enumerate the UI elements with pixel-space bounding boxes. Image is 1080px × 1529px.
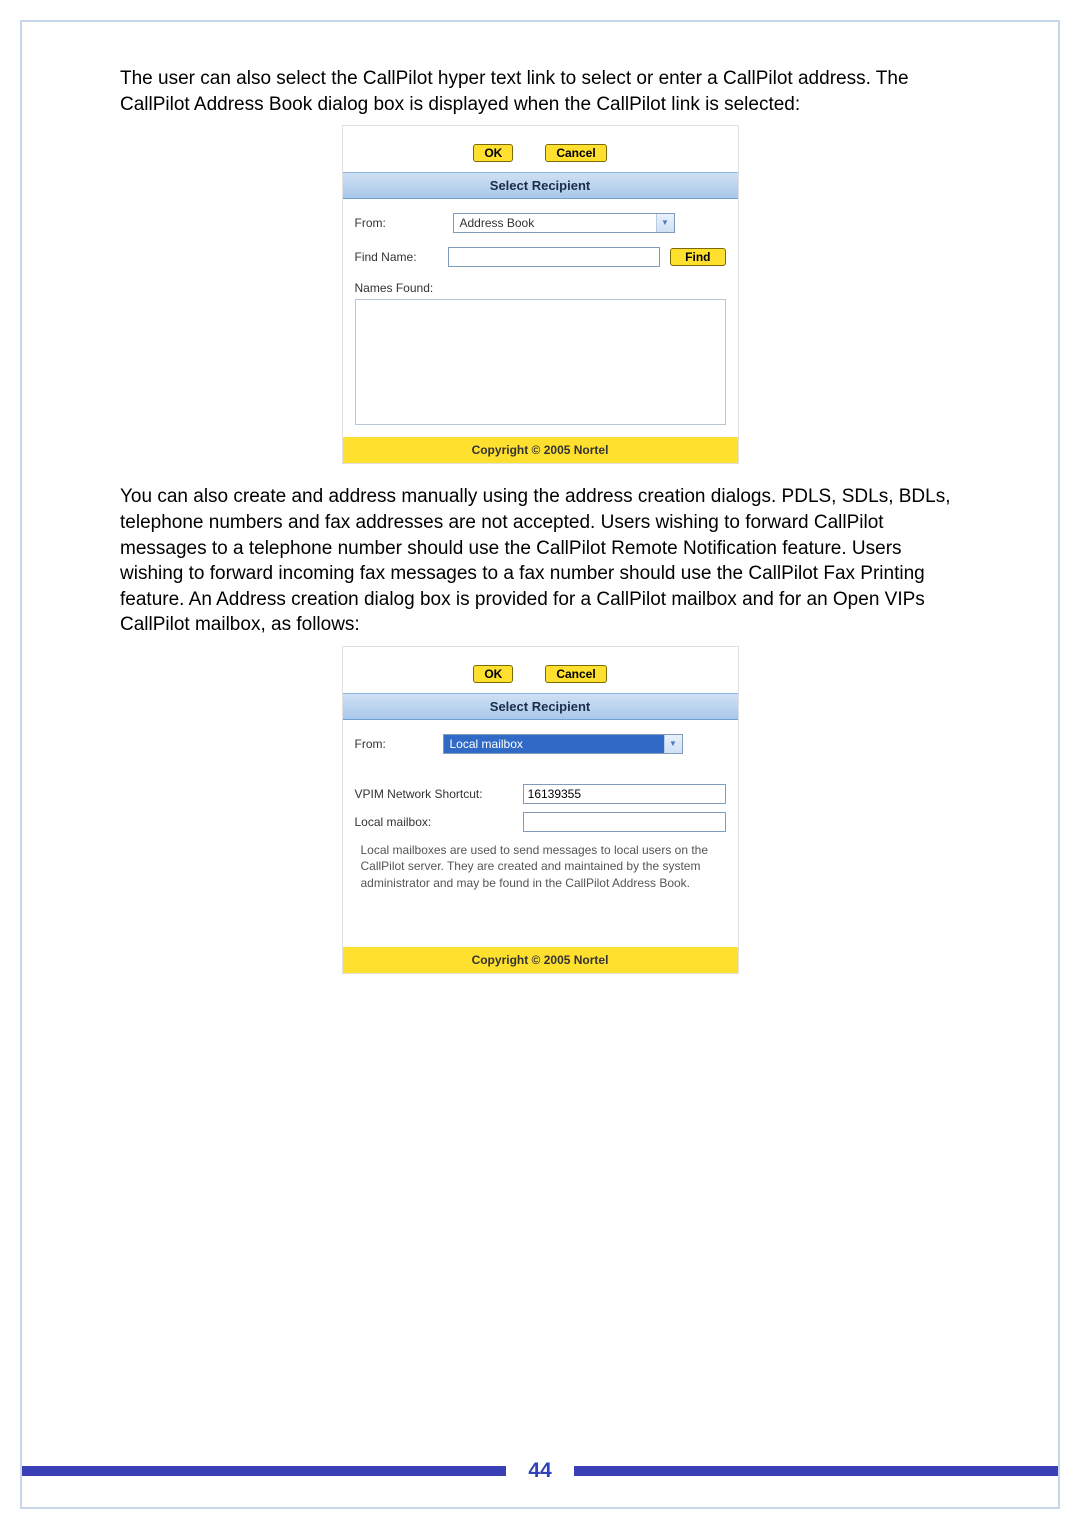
footer-rule-left: [22, 1466, 506, 1476]
names-found-label: Names Found:: [343, 271, 738, 295]
chevron-down-icon: ▼: [656, 214, 674, 232]
find-name-input[interactable]: [448, 247, 660, 267]
cancel-button[interactable]: Cancel: [545, 665, 606, 683]
from-dropdown-value: Local mailbox: [444, 735, 664, 753]
chevron-down-icon: ▼: [664, 735, 682, 753]
dialog1-button-bar: OK Cancel: [343, 126, 738, 172]
from-label: From:: [355, 216, 453, 230]
intro-paragraph-1: The user can also select the CallPilot h…: [120, 66, 960, 117]
from-dropdown[interactable]: Local mailbox ▼: [443, 734, 683, 754]
cancel-button[interactable]: Cancel: [545, 144, 606, 162]
local-mailbox-input[interactable]: [523, 812, 726, 832]
page-footer: 44: [22, 1459, 1058, 1483]
find-button[interactable]: Find: [670, 248, 725, 266]
names-found-listbox[interactable]: [355, 299, 726, 425]
vpim-shortcut-label: VPIM Network Shortcut:: [355, 787, 523, 801]
from-dropdown[interactable]: Address Book ▼: [453, 213, 675, 233]
find-name-label: Find Name:: [355, 250, 448, 264]
dialog2-title: Select Recipient: [343, 693, 738, 720]
from-label: From:: [355, 737, 443, 751]
dialog1-title: Select Recipient: [343, 172, 738, 199]
ok-button[interactable]: OK: [473, 665, 513, 683]
select-recipient-dialog-localmailbox: OK Cancel Select Recipient From: Local m…: [342, 646, 739, 974]
local-mailbox-description: Local mailboxes are used to send message…: [343, 836, 738, 891]
ok-button[interactable]: OK: [473, 144, 513, 162]
from-dropdown-value: Address Book: [454, 214, 656, 232]
copyright-bar: Copyright © 2005 Nortel: [343, 947, 738, 973]
page-border: The user can also select the CallPilot h…: [20, 20, 1060, 1509]
intro-paragraph-2: You can also create and address manually…: [120, 484, 960, 638]
dialog2-button-bar: OK Cancel: [343, 647, 738, 693]
dialog2-wrapper: OK Cancel Select Recipient From: Local m…: [120, 646, 960, 974]
vpim-shortcut-input[interactable]: [523, 784, 726, 804]
page-number: 44: [506, 1459, 573, 1483]
footer-rule-right: [574, 1466, 1058, 1476]
local-mailbox-label: Local mailbox:: [355, 815, 523, 829]
copyright-bar: Copyright © 2005 Nortel: [343, 437, 738, 463]
select-recipient-dialog-addressbook: OK Cancel Select Recipient From: Address…: [342, 125, 739, 464]
dialog1-wrapper: OK Cancel Select Recipient From: Address…: [120, 125, 960, 464]
